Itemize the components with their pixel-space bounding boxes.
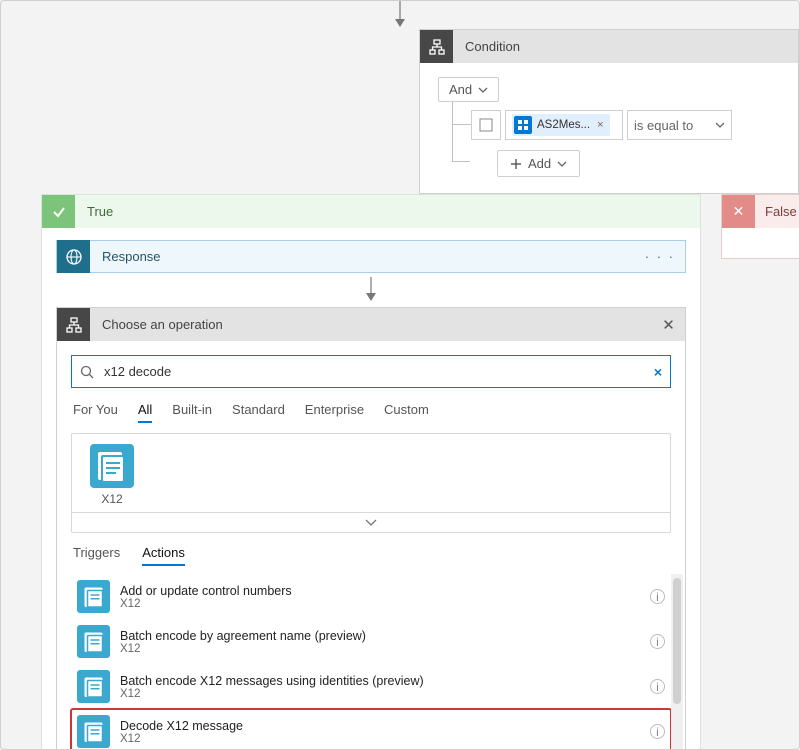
x12-mini-icon [77, 715, 110, 748]
condition-logic-label: And [449, 82, 472, 97]
filter-enterprise[interactable]: Enterprise [305, 402, 364, 423]
tab-triggers[interactable]: Triggers [73, 545, 120, 566]
action-add-or-update-control-numbers[interactable]: Add or update control numbers X12 i [71, 574, 671, 619]
scrollbar-thumb[interactable] [673, 578, 681, 704]
globe-icon [57, 240, 90, 273]
filter-built-in[interactable]: Built-in [172, 402, 212, 423]
chevron-down-icon [557, 161, 567, 167]
info-icon[interactable]: i [650, 679, 665, 694]
condition-title: Condition [453, 39, 520, 54]
action-subtitle: X12 [120, 643, 366, 655]
condition-operator-dropdown[interactable]: is equal to [627, 110, 732, 140]
condition-logic-dropdown[interactable]: And [438, 77, 499, 102]
condition-header[interactable]: Condition [420, 30, 798, 63]
filter-standard[interactable]: Standard [232, 402, 285, 423]
info-icon[interactable]: i [650, 589, 665, 604]
x12-mini-icon [77, 625, 110, 658]
flow-arrow-into-picker [361, 277, 381, 303]
as2-token[interactable]: AS2Mes... × [512, 114, 610, 136]
action-title: Batch encode X12 messages using identiti… [120, 674, 424, 688]
action-decode-x12-message[interactable]: Decode X12 message X12 i [71, 709, 671, 750]
action-subtitle: X12 [120, 733, 243, 745]
operation-search-input[interactable] [102, 363, 646, 380]
action-batch-encode-by-agreement-name[interactable]: Batch encode by agreement name (preview)… [71, 619, 671, 664]
operation-picker-icon [57, 308, 90, 341]
false-branch-title: False [755, 204, 797, 219]
condition-row-checkbox[interactable] [471, 110, 501, 140]
as2-token-label: AS2Mes... [537, 119, 590, 131]
action-title: Decode X12 message [120, 719, 243, 733]
connector-x12-tile[interactable]: X12 [84, 444, 140, 506]
as2-token-icon [514, 116, 532, 134]
condition-icon [420, 30, 453, 63]
flow-arrow-into-condition [390, 1, 410, 29]
operation-search-clear[interactable]: × [654, 364, 662, 380]
check-icon [42, 195, 75, 228]
chevron-down-icon [365, 519, 377, 526]
operation-picker: Choose an operation ✕ × For You All [56, 307, 686, 750]
condition-add-label: Add [528, 156, 551, 171]
condition-left-operand[interactable]: AS2Mes... × [505, 110, 623, 140]
operation-picker-header: Choose an operation ✕ [57, 308, 685, 341]
filter-for-you[interactable]: For You [73, 402, 118, 423]
action-batch-encode-using-identities[interactable]: Batch encode X12 messages using identiti… [71, 664, 671, 709]
x12-mini-icon [77, 670, 110, 703]
operation-search-box[interactable]: × [71, 355, 671, 388]
info-icon[interactable]: i [650, 634, 665, 649]
chevron-down-icon [478, 87, 488, 93]
connectors-expand[interactable] [72, 512, 670, 532]
response-action-card[interactable]: Response · · · [56, 240, 686, 273]
action-subtitle: X12 [120, 598, 292, 610]
x-icon: ✕ [722, 195, 755, 228]
condition-add-button[interactable]: Add [497, 150, 580, 177]
action-subtitle: X12 [120, 688, 424, 700]
x12-connector-icon [90, 444, 134, 488]
as2-token-remove[interactable]: × [597, 119, 603, 131]
filter-custom[interactable]: Custom [384, 402, 429, 423]
filter-all[interactable]: All [138, 402, 152, 423]
connectors-section: X12 [71, 433, 671, 533]
false-branch-header[interactable]: ✕ False [722, 195, 800, 228]
operation-picker-title: Choose an operation [90, 317, 652, 332]
operation-picker-close[interactable]: ✕ [652, 316, 685, 334]
false-branch-panel: ✕ False [721, 194, 800, 259]
response-action-label: Response [90, 249, 635, 264]
actions-list: Add or update control numbers X12 i Batc… [71, 574, 671, 750]
true-branch-header[interactable]: True [42, 195, 700, 228]
action-title: Batch encode by agreement name (preview) [120, 629, 366, 643]
x12-mini-icon [77, 580, 110, 613]
true-branch-panel: True Response · · · [41, 194, 701, 750]
true-branch-title: True [75, 204, 113, 219]
response-action-menu[interactable]: · · · [635, 249, 685, 264]
condition-card: Condition And [419, 29, 799, 194]
tab-actions[interactable]: Actions [142, 545, 185, 566]
operation-filter-tabs: For You All Built-in Standard Enterprise… [73, 402, 669, 423]
info-icon[interactable]: i [650, 724, 665, 739]
plus-icon [510, 158, 522, 170]
condition-operator-label: is equal to [634, 118, 693, 133]
chevron-down-icon [715, 122, 725, 128]
action-title: Add or update control numbers [120, 584, 292, 598]
connector-x12-label: X12 [84, 492, 140, 506]
triggers-actions-tabs: Triggers Actions [73, 545, 669, 566]
actions-scrollbar[interactable] [671, 574, 683, 750]
search-icon [80, 365, 94, 379]
